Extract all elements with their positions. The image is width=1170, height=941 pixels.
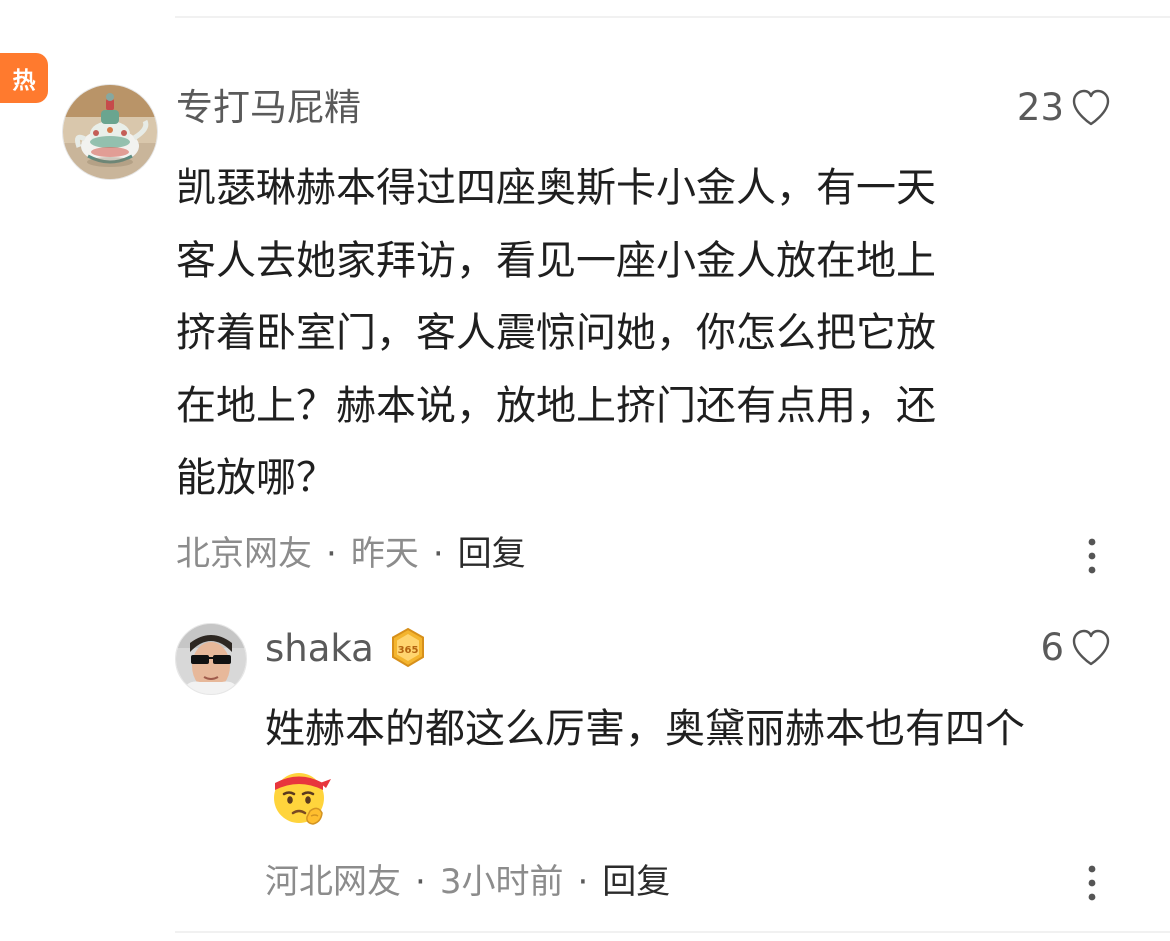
vertical-ellipsis-icon[interactable]: [1077, 535, 1107, 577]
thinking-face-headband-emoji: [274, 773, 331, 825]
comment-1-text-line: 在地上？赫本说，放地上挤门还有点用，还: [176, 382, 936, 429]
comment-1-reply-button[interactable]: 回复: [458, 531, 526, 577]
comment-1-username[interactable]: 专打马屁精: [176, 84, 361, 132]
comment-1-like-count: 23: [1016, 86, 1064, 129]
comment-2-meta-row: 河北网友 · 3小时前 · 回复: [265, 859, 670, 905]
comment-2-location: 河北网友: [265, 862, 401, 902]
bottom-divider: [175, 931, 1170, 933]
level-badge-text: 365: [398, 645, 419, 656]
comment-2-text-line: 姓赫本的都这么厉害，奥黛丽赫本也有四个: [265, 706, 1025, 752]
hot-badge: 热: [0, 53, 48, 103]
avatar-teapot[interactable]: [62, 84, 158, 180]
meta-separator: ·: [415, 862, 426, 902]
top-divider: [175, 16, 1170, 18]
meta-separator: ·: [326, 534, 337, 574]
comment-2-username[interactable]: shaka: [265, 625, 374, 673]
vertical-ellipsis-icon[interactable]: [1077, 862, 1107, 904]
comment-2-time: 3小时前: [439, 862, 564, 902]
hot-badge-label: 热: [12, 68, 36, 94]
avatar-shaka[interactable]: [175, 623, 247, 695]
comment-1-location: 北京网友: [176, 534, 312, 574]
sunglasses-person-avatar-image: [176, 624, 246, 694]
comment-1-text: 凯瑟琳赫本得过四座奥斯卡小金人，有一天 客人去她家拜访，看见一座小金人放在地上 …: [176, 152, 936, 515]
teapot-avatar-image: [63, 85, 157, 179]
level-365-badge-icon: 365: [392, 627, 424, 668]
comment-1-text-line: 客人去她家拜访，看见一座小金人放在地上: [176, 237, 936, 284]
comment-2-like-button[interactable]: 6: [1040, 624, 1112, 672]
comment-1-text-line: 挤着卧室门，客人震惊问她，你怎么把它放: [176, 310, 936, 356]
meta-separator: ·: [577, 862, 589, 902]
comment-2-like-count: 6: [1040, 626, 1064, 669]
comment-1-text-line: 凯瑟琳赫本得过四座奥斯卡小金人，有一天: [176, 165, 936, 211]
comment-2-reply-button[interactable]: 回复: [602, 859, 670, 905]
comment-1-like-button[interactable]: 23: [1017, 84, 1112, 132]
meta-separator: ·: [432, 534, 444, 574]
heart-outline-icon: [1072, 89, 1110, 126]
comment-1-meta-row: 北京网友 · 昨天 · 回复: [176, 531, 526, 577]
comment-2-text: 姓赫本的都这么厉害，奥黛丽赫本也有四个: [265, 694, 1025, 764]
comment-1-text-line: 能放哪？: [176, 455, 336, 501]
heart-outline-icon: [1072, 629, 1110, 666]
comment-1-time: 昨天: [350, 534, 419, 574]
